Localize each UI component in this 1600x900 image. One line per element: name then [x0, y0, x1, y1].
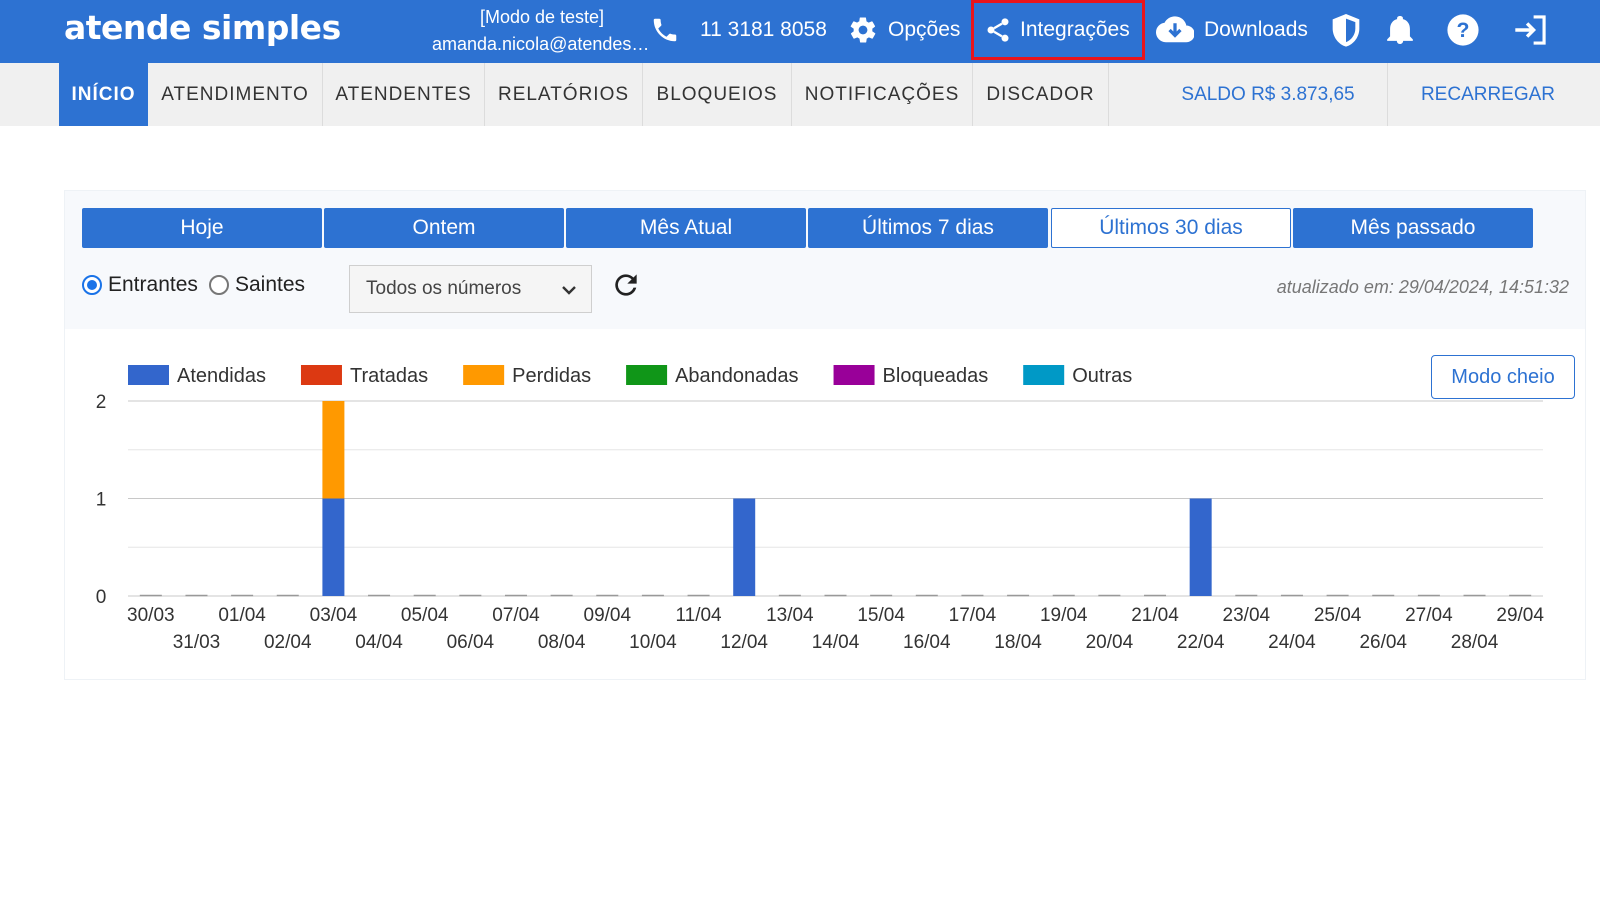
legend-swatch [300, 365, 342, 385]
x-tick-label: 31/03 [173, 632, 221, 653]
svg-text:?: ? [1457, 18, 1470, 42]
phone-number: 11 3181 8058 [700, 18, 827, 41]
x-tick-label: 01/04 [218, 605, 266, 626]
x-tick-label: 06/04 [447, 632, 495, 653]
x-tick-label: 18/04 [994, 632, 1042, 653]
x-tick-label: 28/04 [1451, 632, 1499, 653]
x-tick-label: 10/04 [629, 632, 677, 653]
x-tick-label: 17/04 [949, 605, 997, 626]
x-tick-label: 16/04 [903, 632, 951, 653]
tab-atendimento[interactable]: ATENDIMENTO [148, 63, 323, 126]
x-tick-label: 19/04 [1040, 605, 1088, 626]
notifications-button[interactable] [1386, 0, 1414, 60]
tab-bloqueios[interactable]: BLOQUEIOS [643, 63, 792, 126]
integrations-button[interactable]: Integrações [971, 0, 1145, 60]
x-tick-label: 05/04 [401, 605, 449, 626]
y-tick-label: 1 [96, 490, 107, 511]
calls-chart: 0 1 2 Atendidas Tratadas Perdidas Abandonadas B… [96, 365, 1544, 653]
x-tick-label: 02/04 [264, 632, 312, 653]
x-tick-label: 27/04 [1405, 605, 1453, 626]
y-tick-label: 0 [96, 587, 107, 608]
gear-icon [850, 17, 876, 43]
legend-label: Perdidas [512, 365, 591, 387]
phone-number-item[interactable]: 11 3181 8058 [650, 0, 827, 60]
x-tick-label: 03/04 [310, 605, 358, 626]
x-tick-label: 22/04 [1177, 632, 1225, 653]
x-tick-label: 07/04 [492, 605, 540, 626]
security-button[interactable] [1330, 0, 1362, 60]
tab-notificacoes[interactable]: NOTIFICAÇÕES [792, 63, 973, 126]
share-icon [987, 18, 1009, 42]
downloads-label: Downloads [1204, 18, 1308, 41]
tab-inicio[interactable]: INÍCIO [59, 63, 148, 126]
bar [733, 498, 756, 596]
phone-icon [653, 18, 677, 42]
legend-label: Bloqueadas [883, 365, 989, 387]
legend-swatch [833, 365, 875, 385]
recharge-link[interactable]: RECARREGAR [1400, 63, 1576, 126]
legend-swatch [626, 365, 668, 385]
legend-label: Atendidas [177, 365, 266, 387]
x-tick-label: 13/04 [766, 605, 814, 626]
nav-divider [1387, 63, 1388, 126]
x-tick-label: 21/04 [1131, 605, 1179, 626]
account-info[interactable]: [Modo de teste] amanda.nicola@atendesimp… [432, 4, 652, 58]
x-tick-label: 11/04 [675, 605, 722, 626]
x-tick-label: 30/03 [127, 605, 175, 626]
dashboard-panel: Hoje Ontem Mês Atual Últimos 7 dias Últi… [64, 190, 1586, 680]
x-tick-label: 09/04 [584, 605, 632, 626]
integrations-label: Integrações [1020, 18, 1130, 41]
logout-button[interactable] [1514, 0, 1548, 60]
options-button[interactable]: Opções [848, 0, 960, 60]
options-label: Opções [888, 18, 961, 41]
bar [1189, 498, 1212, 596]
x-tick-label: 12/04 [720, 632, 768, 653]
shield-icon [1332, 14, 1360, 47]
legend-swatch [463, 365, 505, 385]
x-tick-label: 24/04 [1268, 632, 1316, 653]
cloud-download-icon [1156, 16, 1194, 43]
x-tick-label: 08/04 [538, 632, 586, 653]
legend-swatch [1023, 365, 1065, 385]
legend-label: Outras [1072, 365, 1132, 387]
x-tick-label: 29/04 [1496, 605, 1544, 626]
test-mode-label: [Modo de teste] [479, 7, 605, 27]
tab-relatorios[interactable]: RELATÓRIOS [485, 63, 643, 126]
logout-icon [1515, 15, 1546, 45]
y-tick-label: 2 [96, 392, 107, 413]
x-tick-label: 26/04 [1359, 632, 1407, 653]
bar [322, 498, 345, 596]
downloads-button[interactable]: Downloads [1156, 0, 1308, 60]
x-tick-label: 04/04 [355, 632, 403, 653]
help-icon: ? [1447, 14, 1479, 46]
user-email: amanda.nicola@atendesimples.com [432, 34, 652, 54]
help-button[interactable]: ? [1446, 0, 1480, 60]
tab-atendentes[interactable]: ATENDENTES [323, 63, 485, 126]
x-tick-label: 25/04 [1314, 605, 1362, 626]
legend-label: Abandonadas [675, 365, 798, 387]
legend-swatch [128, 365, 169, 385]
balance-link[interactable]: SALDO R$ 3.873,65 [1150, 63, 1386, 126]
x-tick-label: 14/04 [812, 632, 860, 653]
bell-icon [1387, 16, 1413, 44]
top-header: atende simples [Modo de teste] amanda.ni… [0, 0, 1600, 63]
x-tick-label: 15/04 [857, 605, 905, 626]
x-tick-label: 23/04 [1223, 605, 1271, 626]
bar [322, 401, 345, 499]
tab-discador[interactable]: DISCADOR [973, 63, 1109, 126]
app-logo[interactable]: atende simples [64, 8, 341, 47]
main-nav: INÍCIO ATENDIMENTO ATENDENTES RELATÓRIOS… [0, 63, 1600, 126]
x-tick-label: 20/04 [1086, 632, 1134, 653]
legend-label: Tratadas [350, 365, 428, 387]
